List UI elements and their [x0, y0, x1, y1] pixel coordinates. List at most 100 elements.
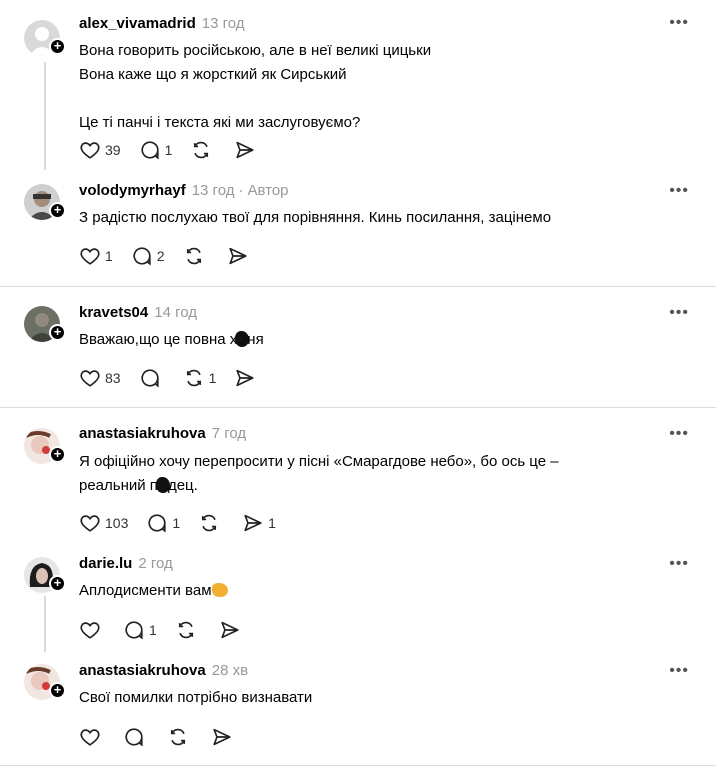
share-button[interactable]: 1: [242, 512, 276, 534]
username[interactable]: kravets04: [79, 304, 148, 321]
reply-count: 1: [149, 622, 157, 638]
timestamp[interactable]: 28 хв: [212, 662, 248, 679]
avatar[interactable]: +: [24, 20, 66, 56]
timestamp[interactable]: 13 год: [202, 15, 245, 32]
username[interactable]: alex_vivamadrid: [79, 15, 196, 32]
send-icon: [228, 247, 247, 265]
repost-icon: [202, 514, 217, 532]
like-button[interactable]: 83: [79, 367, 121, 389]
reply-button[interactable]: [139, 367, 165, 389]
follow-plus-icon[interactable]: +: [49, 575, 66, 592]
share-button[interactable]: [227, 245, 253, 267]
follow-plus-icon[interactable]: +: [49, 446, 66, 463]
heart-icon: [80, 370, 100, 387]
repost-icon: [186, 247, 201, 265]
reply-button[interactable]: 1: [146, 512, 180, 534]
share-button[interactable]: [234, 139, 260, 161]
post-text: Вона говорить російською, але в неї вели…: [79, 42, 432, 131]
timestamp[interactable]: 2 год: [138, 555, 172, 572]
send-icon: [244, 514, 262, 532]
timestamp[interactable]: 7 год: [212, 425, 246, 442]
username[interactable]: darie.lu: [79, 555, 132, 572]
repost-icon: [186, 369, 201, 387]
post-header: anastasiakruhova 28 хв: [79, 662, 248, 679]
send-icon: [221, 621, 239, 639]
reply-count: 1: [172, 515, 181, 531]
author-tag: Автор: [247, 182, 289, 199]
more-icon[interactable]: •••: [669, 425, 689, 443]
timestamp[interactable]: 14 год: [154, 304, 197, 321]
post-text: Свої помилки потрібно визнавати: [79, 689, 313, 706]
heart-icon: [80, 248, 100, 265]
repost-button[interactable]: [183, 245, 209, 267]
reply-button[interactable]: 1: [139, 139, 172, 161]
username[interactable]: anastasiakruhova: [79, 662, 206, 679]
avatar[interactable]: +: [24, 664, 66, 700]
more-icon[interactable]: •••: [669, 555, 689, 573]
send-icon: [213, 728, 231, 746]
like-button[interactable]: [79, 619, 105, 641]
avatar[interactable]: +: [24, 306, 66, 342]
more-icon[interactable]: •••: [669, 304, 689, 322]
divider: [0, 765, 716, 766]
comment-icon: [125, 728, 143, 747]
heart-icon: [80, 622, 100, 639]
action-bar: 1 2: [79, 245, 271, 267]
divider: [0, 286, 716, 287]
like-count: 39: [105, 142, 121, 158]
reply-count: 2: [156, 248, 165, 264]
avatar[interactable]: +: [24, 557, 66, 593]
repost-button[interactable]: [190, 139, 216, 161]
post-text-part: дец.: [167, 477, 198, 494]
reply-button[interactable]: 1: [123, 619, 157, 641]
clapping-hands-icon: [211, 583, 228, 597]
follow-plus-icon[interactable]: +: [49, 38, 66, 55]
timestamp[interactable]: 13 год: [192, 182, 235, 199]
reply-button[interactable]: [123, 726, 149, 748]
action-bar: [79, 726, 255, 748]
post-header: kravets04 14 год: [79, 304, 197, 321]
repost-icon: [178, 621, 193, 639]
like-count: 103: [105, 515, 129, 531]
more-icon[interactable]: •••: [669, 182, 689, 200]
post-text-part: ня: [247, 331, 264, 348]
share-button[interactable]: [211, 726, 237, 748]
comment-icon: [125, 621, 143, 640]
repost-button[interactable]: 1: [183, 367, 217, 389]
post-header: anastasiakruhova 7 год: [79, 425, 246, 442]
repost-count: 1: [208, 370, 217, 386]
follow-plus-icon[interactable]: +: [49, 202, 66, 219]
repost-button[interactable]: [175, 619, 201, 641]
like-button[interactable]: 103: [79, 512, 128, 534]
post-text: Аплодисменти вам: [79, 579, 228, 603]
like-count: 83: [105, 370, 121, 386]
more-icon[interactable]: •••: [669, 662, 689, 680]
repost-icon: [194, 141, 209, 159]
share-button[interactable]: [234, 367, 260, 389]
follow-plus-icon[interactable]: +: [49, 682, 66, 699]
share-button[interactable]: [219, 619, 245, 641]
username[interactable]: anastasiakruhova: [79, 425, 206, 442]
repost-button[interactable]: [198, 512, 224, 534]
follow-plus-icon[interactable]: +: [49, 324, 66, 341]
reply-button[interactable]: 2: [131, 245, 165, 267]
separator-dot: ·: [238, 182, 244, 199]
send-icon: [236, 369, 254, 387]
heart-icon: [80, 729, 100, 746]
username[interactable]: volodymyrhayf: [79, 182, 186, 199]
post-text: Я офіційно хочу перепросити у пісні «Сма…: [79, 450, 559, 498]
action-bar: 1: [79, 619, 263, 641]
post-text: З радістю послухаю твої для порівняння. …: [79, 209, 552, 226]
avatar[interactable]: +: [24, 428, 66, 464]
like-button[interactable]: 1: [79, 245, 113, 267]
action-bar: 39 1: [79, 139, 278, 161]
like-button[interactable]: 39: [79, 139, 121, 161]
post-header: darie.lu 2 год: [79, 555, 173, 572]
post-text-part: Вважаю,що це повна х: [79, 331, 238, 348]
more-icon[interactable]: •••: [669, 14, 689, 32]
avatar[interactable]: +: [24, 184, 66, 220]
send-icon: [236, 141, 254, 159]
like-button[interactable]: [79, 726, 105, 748]
thread-line: [44, 62, 46, 170]
repost-button[interactable]: [167, 726, 193, 748]
